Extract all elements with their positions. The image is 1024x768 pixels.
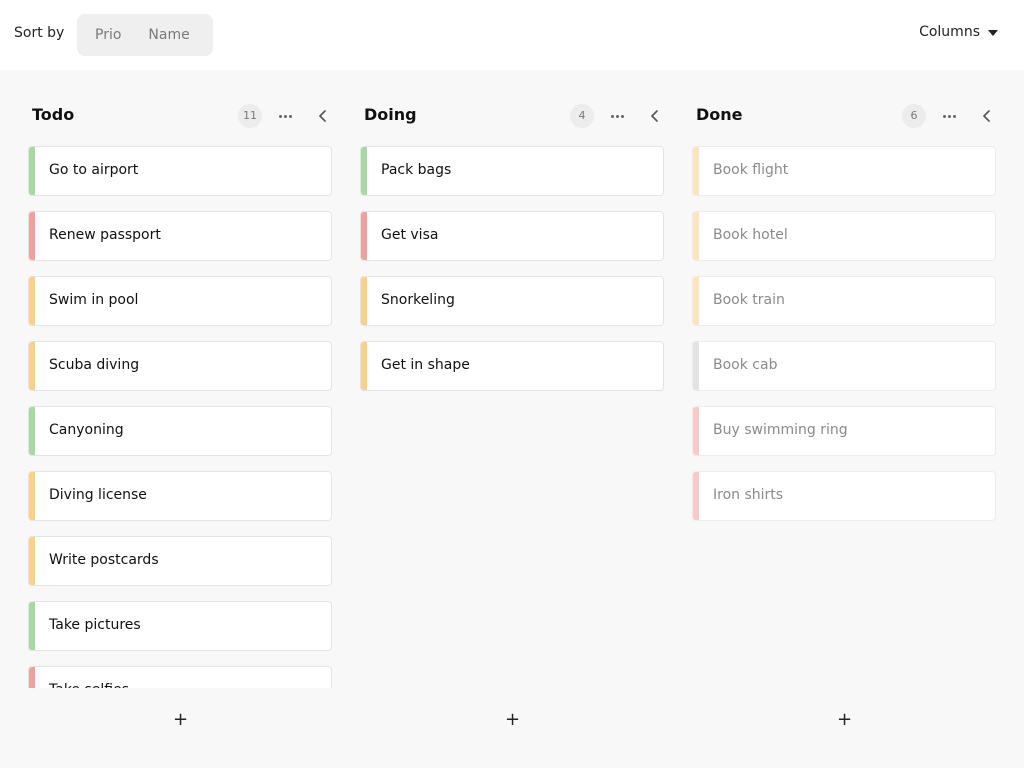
task-card[interactable]: Canyoning [28, 406, 332, 456]
task-card[interactable]: Go to airport [28, 146, 332, 196]
task-card[interactable]: Renew passport [28, 211, 332, 261]
columns-dropdown[interactable]: Columns [919, 24, 998, 40]
task-label: Scuba diving [49, 357, 140, 373]
task-label: Get in shape [381, 357, 470, 373]
add-card-button[interactable]: + [173, 711, 188, 729]
card-list: Book flight Book hotel Book train Book cab B… [692, 146, 996, 688]
priority-indicator [693, 472, 699, 520]
priority-indicator [29, 472, 35, 520]
toolbar: Sort by Prio Name Columns [0, 0, 1024, 70]
task-label: Book train [713, 292, 785, 308]
task-label: Canyoning [49, 422, 124, 438]
column-done: Done 6 Book flight Book hotel Book train Book… [692, 70, 996, 768]
task-label: Go to airport [49, 162, 139, 178]
priority-indicator [361, 147, 367, 195]
sort-name-button[interactable]: Name [148, 27, 189, 43]
task-label: Renew passport [49, 227, 161, 243]
priority-indicator [29, 147, 35, 195]
task-label: Swim in pool [49, 292, 139, 308]
card-list: Go to airport Renew passport Swim in pool S… [28, 146, 332, 688]
column-title: Doing [364, 105, 417, 124]
task-card[interactable]: Iron shirts [692, 471, 996, 521]
column-header: Done 6 [696, 104, 996, 128]
priority-indicator [693, 147, 699, 195]
task-label: Iron shirts [713, 487, 784, 503]
collapse-chevron-icon[interactable] [982, 104, 996, 128]
task-label: Pack bags [381, 162, 452, 178]
task-card[interactable]: Snorkeling [360, 276, 664, 326]
task-label: Diving license [49, 487, 147, 503]
task-card[interactable]: Take pictures [28, 601, 332, 651]
collapse-chevron-icon[interactable] [318, 104, 332, 128]
task-label: Snorkeling [381, 292, 455, 308]
task-label: Book cab [713, 357, 778, 373]
task-label: Book flight [713, 162, 789, 178]
task-card[interactable]: Book flight [692, 146, 996, 196]
task-card[interactable]: Book hotel [692, 211, 996, 261]
task-label: Take selfies [49, 682, 129, 688]
priority-indicator [361, 342, 367, 390]
priority-indicator [29, 212, 35, 260]
priority-indicator [29, 537, 35, 585]
task-card[interactable]: Diving license [28, 471, 332, 521]
priority-indicator [693, 407, 699, 455]
column-title: Todo [32, 105, 75, 124]
column-header: Doing 4 [364, 104, 664, 128]
more-options-icon[interactable] [275, 104, 295, 128]
column-doing: Doing 4 Pack bags Get visa Snorkeling Get in … [360, 70, 664, 768]
task-card[interactable]: Get in shape [360, 341, 664, 391]
more-options-icon[interactable] [607, 104, 627, 128]
priority-indicator [29, 277, 35, 325]
card-list: Pack bags Get visa Snorkeling Get in shape [360, 146, 664, 688]
more-options-icon[interactable] [939, 104, 959, 128]
collapse-chevron-icon[interactable] [650, 104, 664, 128]
priority-indicator [29, 602, 35, 650]
count-badge: 11 [238, 104, 262, 128]
columns-label: Columns [919, 24, 980, 40]
task-card[interactable]: Get visa [360, 211, 664, 261]
add-card-button[interactable]: + [837, 711, 852, 729]
count-badge: 4 [570, 104, 594, 128]
sort-by-label: Sort by [14, 25, 65, 41]
priority-indicator [693, 342, 699, 390]
task-card[interactable]: Write postcards [28, 536, 332, 586]
task-card[interactable]: Book cab [692, 341, 996, 391]
task-card[interactable]: Book train [692, 276, 996, 326]
column-title: Done [696, 105, 743, 124]
task-card[interactable]: Buy swimming ring [692, 406, 996, 456]
priority-indicator [29, 342, 35, 390]
task-card[interactable]: Swim in pool [28, 276, 332, 326]
task-card[interactable]: Take selfies [28, 666, 332, 688]
task-label: Book hotel [713, 227, 788, 243]
priority-indicator [361, 212, 367, 260]
priority-indicator [29, 407, 35, 455]
column-todo: Todo 11 Go to airport Renew passport Swim in… [28, 70, 332, 768]
priority-indicator [693, 277, 699, 325]
task-label: Buy swimming ring [713, 422, 848, 438]
task-card[interactable]: Scuba diving [28, 341, 332, 391]
task-label: Take pictures [49, 617, 141, 633]
task-label: Write postcards [49, 552, 159, 568]
sort-segmented-control: Prio Name [77, 14, 213, 56]
column-header: Todo 11 [32, 104, 332, 128]
priority-indicator [361, 277, 367, 325]
task-card[interactable]: Pack bags [360, 146, 664, 196]
task-label: Get visa [381, 227, 439, 243]
caret-down-icon [988, 29, 998, 36]
priority-indicator [693, 212, 699, 260]
add-card-button[interactable]: + [505, 711, 520, 729]
priority-indicator [29, 667, 35, 688]
count-badge: 6 [902, 104, 926, 128]
sort-prio-button[interactable]: Prio [95, 27, 121, 43]
